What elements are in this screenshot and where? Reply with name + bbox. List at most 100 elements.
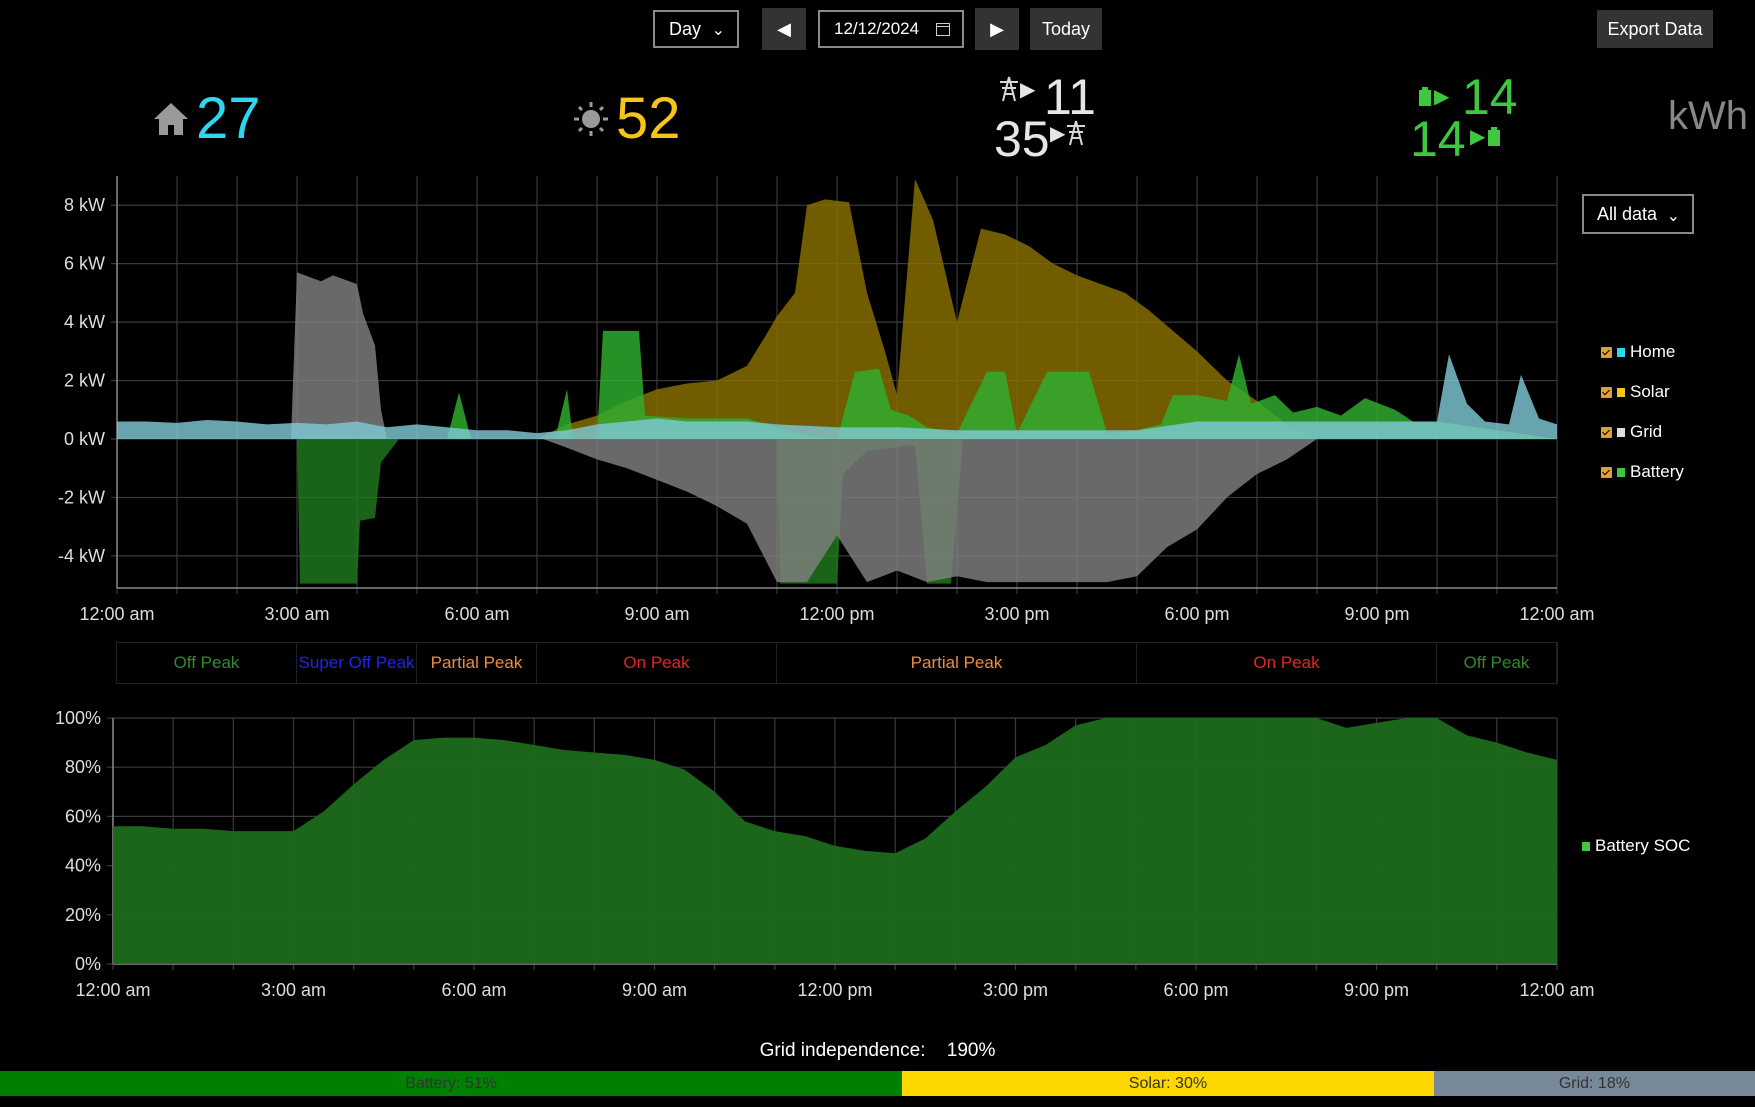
x-tick-label: 6:00 am bbox=[441, 980, 506, 1000]
grid-independence: Grid independence: 190% bbox=[0, 1040, 1755, 1062]
x-tick-label: 12:00 pm bbox=[799, 604, 874, 624]
period-select[interactable]: Day ⌄ bbox=[653, 10, 739, 48]
date-picker[interactable]: 12/12/2024 bbox=[818, 10, 964, 48]
x-tick-label: 9:00 am bbox=[624, 604, 689, 624]
y-tick-label: -4 kW bbox=[58, 546, 105, 566]
power-tower-icon bbox=[1000, 76, 1018, 102]
unit-label: kWh bbox=[1668, 94, 1748, 138]
y-tick-label: 8 kW bbox=[64, 195, 105, 215]
x-tick-label: 12:00 am bbox=[1519, 604, 1594, 624]
battery-icon bbox=[1488, 126, 1501, 146]
x-tick-label: 12:00 am bbox=[1519, 980, 1594, 1000]
arrow-right-icon: ▶ bbox=[1470, 126, 1486, 148]
arrow-right-icon: ▶ bbox=[1020, 78, 1036, 101]
power-flow-chart: 8 kW 6 kW 4 kW 2 kW 0 kW -2 kW -4 kW 12:00 am 3:… bbox=[58, 176, 1595, 624]
battery-discharge-value: 14 bbox=[1410, 111, 1466, 167]
rate-period-segment: Super Off Peak bbox=[297, 643, 417, 683]
grid-independence-label: Grid independence: bbox=[759, 1040, 926, 1061]
rate-period-strip: Off Peak Super Off Peak Partial Peak On Pea… bbox=[116, 642, 1558, 684]
rate-period-segment: Off Peak bbox=[117, 643, 297, 683]
rate-period-segment: On Peak bbox=[537, 643, 777, 683]
legend-item-solar[interactable]: Solar bbox=[1601, 382, 1670, 402]
legend-label: Grid bbox=[1630, 422, 1663, 441]
grid-summary: ▶ 11 35 ▶ bbox=[994, 69, 1104, 167]
y-tick-label: 60% bbox=[65, 806, 101, 826]
y-tick-label: 0% bbox=[75, 954, 101, 974]
y-tick-label: 0 kW bbox=[64, 429, 105, 449]
series-swatch-icon bbox=[1617, 467, 1625, 477]
arrow-right-icon: ▶ bbox=[1434, 86, 1450, 108]
soc-legend-label: Battery SOC bbox=[1595, 836, 1691, 855]
battery-icon bbox=[1582, 841, 1590, 851]
export-data-button[interactable]: Export Data bbox=[1597, 10, 1713, 48]
power-tower-icon bbox=[1067, 120, 1086, 146]
checkbox-checked-icon[interactable] bbox=[1601, 426, 1612, 438]
solar-kwh-value: 52 bbox=[616, 86, 681, 151]
x-tick-label: 3:00 am bbox=[264, 604, 329, 624]
period-select-value: Day bbox=[669, 18, 702, 39]
energy-mix-segment: Grid: 18% bbox=[1433, 1071, 1755, 1096]
legend-item-home[interactable]: Home bbox=[1601, 342, 1675, 362]
legend-label: Solar bbox=[1630, 382, 1670, 401]
data-filter-dropdown[interactable]: All data ⌄ bbox=[1582, 194, 1694, 234]
chevron-down-icon: ⌄ bbox=[1666, 208, 1680, 225]
home-summary: 27 bbox=[152, 90, 261, 148]
energy-mix-segment: Solar: 30% bbox=[902, 1071, 1434, 1096]
x-tick-label: 12:00 am bbox=[79, 604, 154, 624]
today-button[interactable]: Today bbox=[1030, 8, 1102, 50]
soc-legend-item: Battery SOC bbox=[1582, 836, 1690, 856]
legend-label: Battery bbox=[1630, 462, 1684, 481]
battery-summary: ▶ 14 14 ▶ bbox=[1410, 72, 1520, 164]
solar-summary: 52 bbox=[572, 90, 681, 148]
rate-period-segment: On Peak bbox=[1137, 643, 1437, 683]
triangle-right-icon: ▶ bbox=[990, 18, 1004, 39]
x-tick-label: 6:00 am bbox=[444, 604, 509, 624]
checkbox-checked-icon[interactable] bbox=[1601, 386, 1612, 398]
chevron-down-icon: ⌄ bbox=[711, 22, 725, 39]
grid-import-value: 11 bbox=[1044, 69, 1096, 125]
x-tick-label: 6:00 pm bbox=[1163, 980, 1228, 1000]
x-tick-label: 9:00 pm bbox=[1344, 604, 1409, 624]
triangle-left-icon: ◀ bbox=[777, 18, 791, 39]
battery-charge-value: 14 bbox=[1462, 69, 1518, 125]
calendar-icon bbox=[936, 23, 950, 36]
next-day-button[interactable]: ▶ bbox=[975, 8, 1019, 50]
x-tick-label: 3:00 am bbox=[261, 980, 326, 1000]
y-tick-label: 100% bbox=[55, 708, 101, 728]
checkbox-checked-icon[interactable] bbox=[1601, 466, 1612, 478]
data-filter-value: All data bbox=[1597, 203, 1658, 224]
x-tick-label: 3:00 pm bbox=[984, 604, 1049, 624]
x-tick-label: 3:00 pm bbox=[983, 980, 1048, 1000]
rate-period-segment: Partial Peak bbox=[777, 643, 1137, 683]
grid-independence-value: 190% bbox=[946, 1040, 996, 1061]
previous-day-button[interactable]: ◀ bbox=[762, 8, 806, 50]
house-icon bbox=[154, 103, 188, 135]
x-tick-label: 9:00 am bbox=[622, 980, 687, 1000]
x-tick-label: 12:00 am bbox=[75, 980, 150, 1000]
x-tick-label: 6:00 pm bbox=[1164, 604, 1229, 624]
x-tick-label: 9:00 pm bbox=[1344, 980, 1409, 1000]
grid-export-value: 35 bbox=[994, 111, 1050, 167]
legend-item-battery[interactable]: Battery bbox=[1601, 462, 1684, 482]
series-swatch-icon bbox=[1617, 387, 1625, 397]
legend-item-grid[interactable]: Grid bbox=[1601, 422, 1662, 442]
energy-mix-bar: Battery: 51% Solar: 30% Grid: 18% bbox=[0, 1071, 1755, 1096]
y-tick-label: -2 kW bbox=[58, 487, 105, 507]
energy-mix-segment: Battery: 51% bbox=[0, 1071, 903, 1096]
series-swatch-icon bbox=[1617, 347, 1625, 357]
date-picker-value: 12/12/2024 bbox=[834, 19, 920, 38]
battery-soc-chart: 100% 80% 60% 40% 20% 0% 12:00 am 3:00 am 6:00 am… bbox=[55, 708, 1595, 1000]
checkbox-checked-icon[interactable] bbox=[1601, 346, 1612, 358]
y-tick-label: 4 kW bbox=[64, 312, 105, 332]
arrow-right-icon: ▶ bbox=[1050, 122, 1066, 145]
rate-period-segment: Partial Peak bbox=[417, 643, 537, 683]
series-swatch-icon bbox=[1617, 427, 1625, 437]
x-tick-label: 12:00 pm bbox=[797, 980, 872, 1000]
y-tick-label: 40% bbox=[65, 856, 101, 876]
y-tick-label: 20% bbox=[65, 905, 101, 925]
y-tick-label: 80% bbox=[65, 757, 101, 777]
sun-icon bbox=[574, 102, 608, 136]
battery-icon bbox=[1419, 86, 1431, 106]
rate-period-segment: Off Peak bbox=[1437, 643, 1557, 683]
home-kwh-value: 27 bbox=[196, 86, 261, 151]
